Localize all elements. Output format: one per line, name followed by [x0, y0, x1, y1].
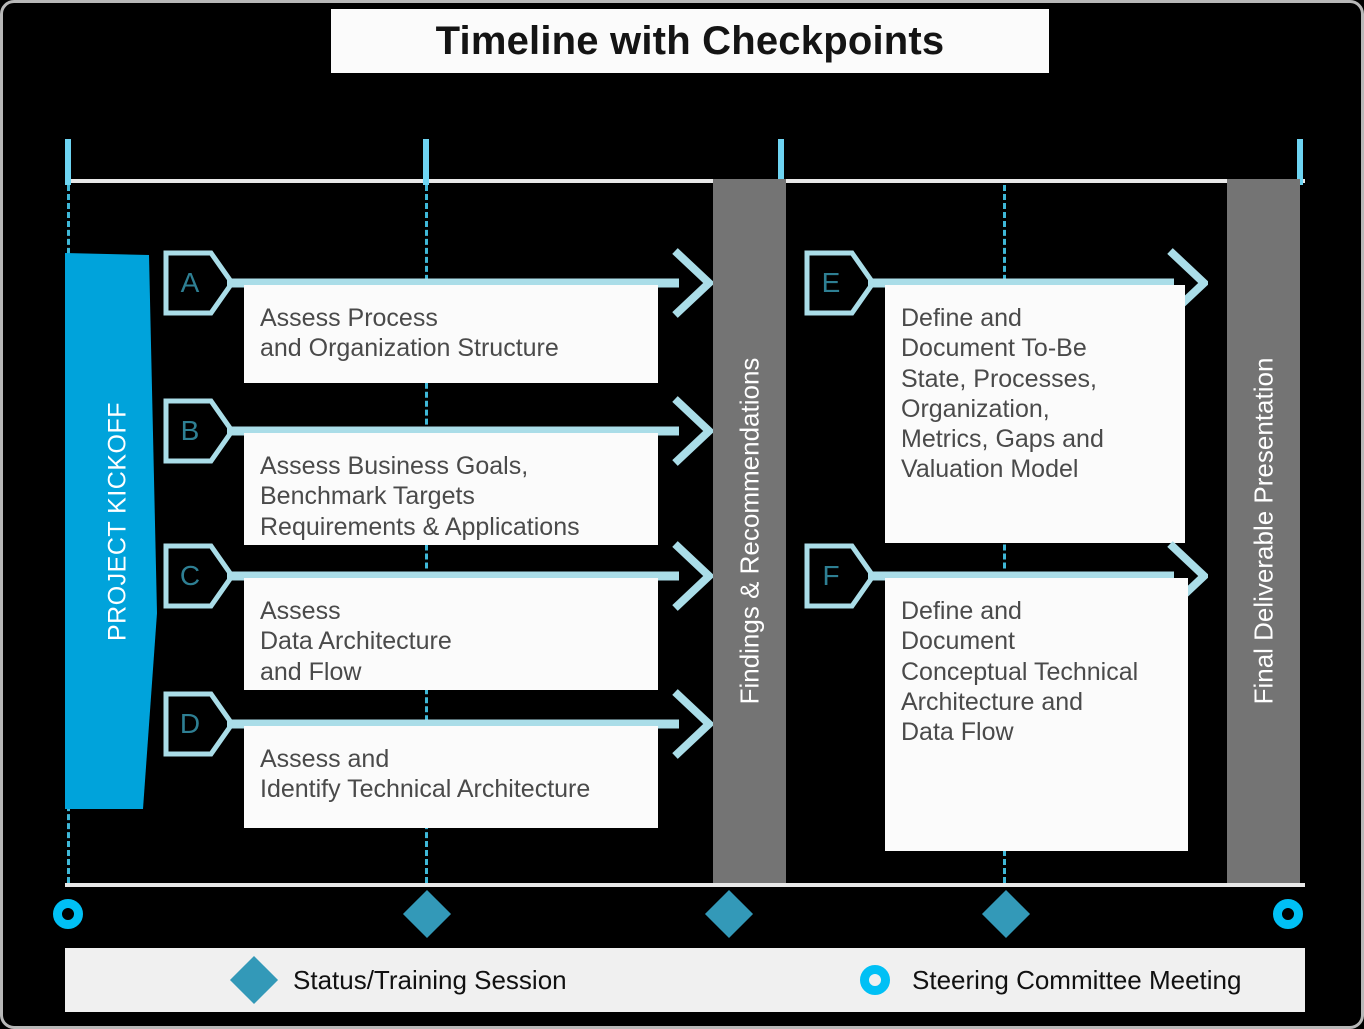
milestone-marker-4[interactable]: [981, 889, 1031, 939]
legend-item-status: Status/Training Session: [229, 955, 567, 1005]
diamond-icon: [704, 889, 754, 939]
workstream-box-a: Assess Process and Organization Structur…: [244, 285, 658, 383]
legend-label-status: Status/Training Session: [293, 964, 567, 995]
ring-icon: [1273, 899, 1303, 929]
milestone-marker-5[interactable]: [1273, 899, 1303, 929]
workstream-text-c: Assess Data Architecture and Flow: [260, 597, 452, 686]
workstream-box-b: Assess Business Goals, Benchmark Targets…: [244, 433, 658, 545]
workstream-tag-d-letter: D: [179, 708, 201, 739]
timeline-tick-1: [65, 139, 71, 185]
workstream-tag-b-letter: B: [180, 415, 200, 446]
workstream-box-c: Assess Data Architecture and Flow: [244, 578, 658, 690]
ring-icon: [860, 965, 890, 995]
workstream-box-d: Assess and Identify Technical Architectu…: [244, 726, 658, 828]
timeline-ruler: [65, 179, 1305, 183]
project-kickoff-shape: PROJECT KICKOFF: [65, 253, 157, 809]
workstream-tag-f-letter: F: [822, 560, 840, 591]
diamond-icon: [402, 889, 452, 939]
title-bar: Timeline with Checkpoints: [331, 9, 1049, 73]
legend-label-steering: Steering Committee Meeting: [912, 964, 1242, 995]
milestone-marker-2[interactable]: [402, 889, 452, 939]
workstream-tag-a-letter: A: [180, 267, 200, 298]
milestone-marker-1[interactable]: [53, 899, 83, 929]
phase-bar-final: Final Deliverable Presentation: [1227, 179, 1300, 883]
legend: Status/Training Session Steering Committ…: [65, 948, 1305, 1012]
phase-bar-final-label: Final Deliverable Presentation: [1248, 357, 1278, 705]
page-title: Timeline with Checkpoints: [435, 18, 945, 63]
workstream-tag-b: B: [163, 398, 235, 464]
workstream-text-f: Define and Document Conceptual Technical…: [901, 597, 1139, 746]
workstream-tag-a: A: [163, 250, 235, 316]
workstream-tag-c: C: [163, 543, 235, 609]
workstream-tag-e-letter: E: [821, 267, 841, 298]
workstream-tag-e: E: [804, 250, 876, 316]
workstream-text-b: Assess Business Goals, Benchmark Targets…: [260, 452, 580, 541]
workstream-text-d: Assess and Identify Technical Architectu…: [260, 745, 591, 804]
bottom-axis: [65, 883, 1305, 887]
phase-bar-findings-label: Findings & Recommendations: [734, 357, 764, 705]
diamond-icon: [229, 955, 279, 1005]
workstream-text-e: Define and Document To-Be State, Process…: [901, 304, 1104, 484]
milestone-marker-3[interactable]: [704, 889, 754, 939]
phase-bar-findings: Findings & Recommendations: [713, 179, 786, 883]
workstream-tag-d: D: [163, 691, 235, 757]
workstream-tag-f: F: [804, 543, 876, 609]
diagram-canvas: Timeline with Checkpoints Findings & Rec…: [0, 0, 1364, 1029]
workstream-box-e: Define and Document To-Be State, Process…: [885, 285, 1185, 543]
workstream-box-f: Define and Document Conceptual Technical…: [885, 578, 1188, 851]
workstream-text-a: Assess Process and Organization Structur…: [260, 304, 559, 363]
ring-icon: [53, 899, 83, 929]
timeline-tick-2: [423, 139, 429, 185]
legend-item-steering: Steering Committee Meeting: [860, 965, 1241, 996]
diamond-icon: [981, 889, 1031, 939]
workstream-tag-c-letter: C: [179, 560, 201, 591]
